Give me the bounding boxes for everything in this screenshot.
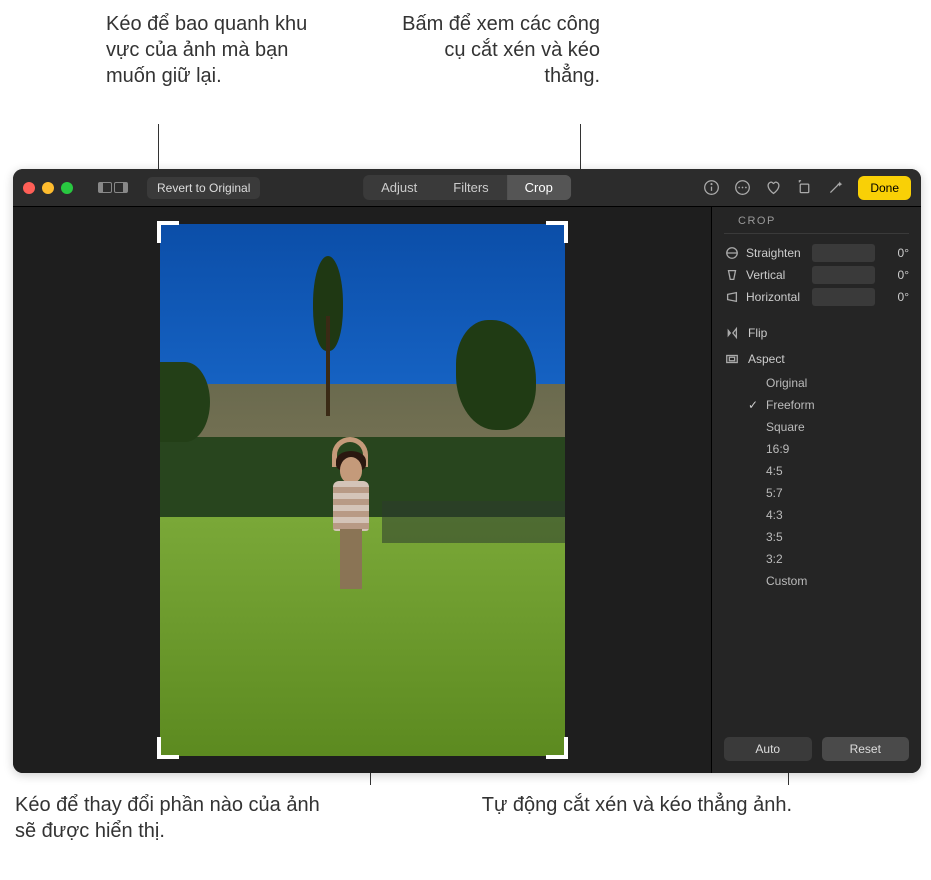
callout-crop-click: Bấm để xem các công cụ cắt xén và kéo th… xyxy=(400,11,600,89)
fullscreen-window-icon[interactable] xyxy=(61,182,73,194)
tab-adjust[interactable]: Adjust xyxy=(363,175,435,200)
titlebar: Revert to Original Adjust Filters Crop D… xyxy=(13,169,921,207)
slider-track[interactable] xyxy=(812,288,875,306)
rotate-icon[interactable] xyxy=(796,179,813,196)
slider-value: 0° xyxy=(881,268,909,282)
flip-button[interactable]: Flip xyxy=(712,320,921,346)
aspect-option[interactable]: Square xyxy=(748,416,921,438)
aspect-option[interactable]: Freeform xyxy=(748,394,921,416)
inspector-header: CROP xyxy=(724,207,909,234)
sidebar-toggle-group xyxy=(98,182,128,193)
aspect-option[interactable]: 16:9 xyxy=(748,438,921,460)
straighten-icon xyxy=(724,246,740,260)
crop-handle-bottom-right[interactable] xyxy=(546,737,568,759)
crop-handle-top-right[interactable] xyxy=(546,221,568,243)
slider-label: Horizontal xyxy=(746,290,806,304)
auto-crop-button[interactable]: Auto xyxy=(724,737,812,761)
reset-crop-button[interactable]: Reset xyxy=(822,737,910,761)
aspect-option[interactable]: 5:7 xyxy=(748,482,921,504)
slider-horizontal[interactable]: Horizontal 0° xyxy=(712,286,921,308)
callout-drag-reposition: Kéo để thay đổi phần nào của ảnh sẽ được… xyxy=(15,792,335,844)
callout-drag-corner: Kéo để bao quanh khu vực của ảnh mà bạn … xyxy=(106,11,336,89)
aspect-option[interactable]: 3:5 xyxy=(748,526,921,548)
slider-vertical[interactable]: Vertical 0° xyxy=(712,264,921,286)
slider-value: 0° xyxy=(881,246,909,260)
slider-track[interactable] xyxy=(812,266,875,284)
aspect-icon xyxy=(724,352,740,366)
flip-label: Flip xyxy=(748,326,767,340)
callout-auto: Tự động cắt xén và kéo thẳng ảnh. xyxy=(472,792,792,818)
slider-label: Vertical xyxy=(746,268,806,282)
photos-edit-window: Revert to Original Adjust Filters Crop D… xyxy=(13,169,921,773)
toolbar-right-group: Done xyxy=(703,176,911,200)
aspect-toggle[interactable]: Aspect xyxy=(712,346,921,372)
vertical-perspective-icon xyxy=(724,268,740,282)
more-options-icon[interactable] xyxy=(734,179,751,196)
auto-enhance-icon[interactable] xyxy=(827,179,844,196)
tab-filters[interactable]: Filters xyxy=(435,175,506,200)
tab-crop[interactable]: Crop xyxy=(507,175,571,200)
inspector-footer: Auto Reset xyxy=(712,725,921,773)
slider-value: 0° xyxy=(881,290,909,304)
aspect-list: OriginalFreeformSquare16:94:55:74:33:53:… xyxy=(712,372,921,592)
photo-canvas-area xyxy=(13,207,711,773)
editor-body: CROP Straighten 0° Vertical 0° Horizonta… xyxy=(13,207,921,773)
crop-inspector-panel: CROP Straighten 0° Vertical 0° Horizonta… xyxy=(711,207,921,773)
favorite-heart-icon[interactable] xyxy=(765,179,782,196)
info-icon[interactable] xyxy=(703,179,720,196)
horizontal-perspective-icon xyxy=(724,290,740,304)
slider-straighten[interactable]: Straighten 0° xyxy=(712,242,921,264)
done-button[interactable]: Done xyxy=(858,176,911,200)
edit-mode-segmented-control: Adjust Filters Crop xyxy=(363,175,571,200)
aspect-label: Aspect xyxy=(748,352,785,366)
aspect-option[interactable]: Custom xyxy=(748,570,921,592)
sidebar-right-toggle-icon[interactable] xyxy=(114,182,128,193)
close-window-icon[interactable] xyxy=(23,182,35,194)
sidebar-left-toggle-icon[interactable] xyxy=(98,182,112,193)
aspect-option[interactable]: 4:5 xyxy=(748,460,921,482)
aspect-option[interactable]: Original xyxy=(748,372,921,394)
aspect-option[interactable]: 4:3 xyxy=(748,504,921,526)
crop-frame[interactable] xyxy=(160,224,565,756)
flip-icon xyxy=(724,326,740,340)
photo-image[interactable] xyxy=(160,224,565,756)
revert-button[interactable]: Revert to Original xyxy=(147,177,260,199)
aspect-option[interactable]: 3:2 xyxy=(748,548,921,570)
minimize-window-icon[interactable] xyxy=(42,182,54,194)
crop-handle-top-left[interactable] xyxy=(157,221,179,243)
slider-track[interactable] xyxy=(812,244,875,262)
slider-label: Straighten xyxy=(746,246,806,260)
crop-handle-bottom-left[interactable] xyxy=(157,737,179,759)
